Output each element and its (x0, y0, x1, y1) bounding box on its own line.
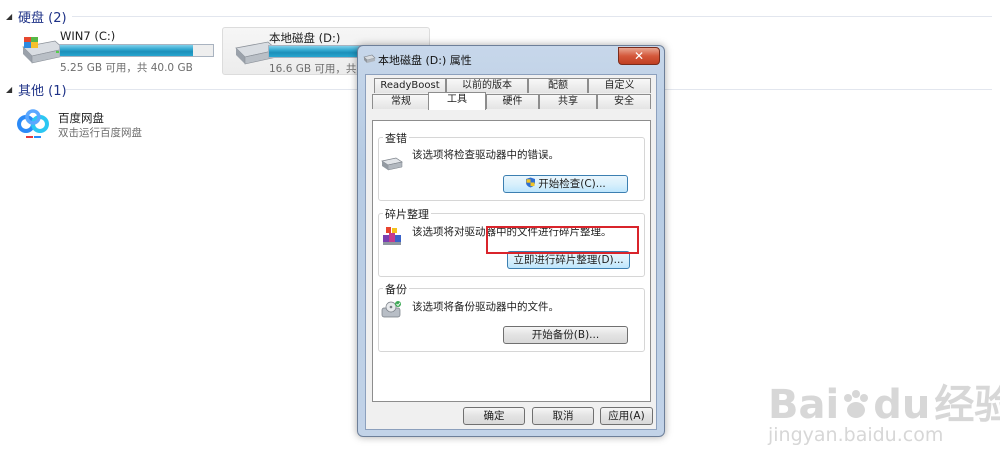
drive-item-c[interactable]: WIN7 (C:) 5.25 GB 可用，共 40.0 GB (10, 27, 218, 75)
start-backup-button[interactable]: 开始备份(B)... (503, 326, 628, 344)
backup-description: 该选项将备份驱动器中的文件。 (412, 301, 559, 313)
drive-usage-bar (59, 44, 214, 57)
error-check-label: 查错 (383, 130, 409, 146)
tools-tab-panel: 查错 该选项将检查驱动器中的错误。 开始检查(C)... 碎片整理 该选项将对驱… (372, 120, 651, 402)
backup-icon (381, 301, 401, 318)
app-name: 百度网盘 (58, 111, 104, 125)
defrag-icon (383, 227, 401, 245)
paw-icon (844, 390, 869, 418)
tab-previous-versions[interactable]: 以前的版本 (446, 78, 528, 93)
tab-quota[interactable]: 配额 (528, 78, 588, 93)
tab-tools[interactable]: 工具 (428, 92, 486, 110)
start-check-button[interactable]: 开始检查(C)... (503, 175, 628, 193)
defrag-label: 碎片整理 (383, 206, 431, 222)
tab-readyboost[interactable]: ReadyBoost (374, 78, 446, 93)
tab-hardware[interactable]: 硬件 (486, 94, 539, 109)
baidu-netdisk-icon (17, 109, 49, 138)
group-divider (72, 16, 992, 17)
collapse-arrow-icon[interactable]: ◢ (6, 85, 18, 94)
error-check-description: 该选项将检查驱动器中的错误。 (412, 149, 559, 161)
backup-label: 备份 (383, 281, 409, 297)
dialog-title: 本地磁盘 (D:) 属性 (378, 54, 472, 67)
ok-button[interactable]: 确定 (463, 407, 525, 425)
close-icon: ✕ (633, 49, 645, 63)
group-header-other[interactable]: ◢ 其他 (1) (6, 80, 67, 99)
app-description: 双击运行百度网盘 (58, 127, 142, 139)
tab-customize[interactable]: 自定义 (588, 78, 651, 93)
highlight-annotation-box (486, 226, 639, 254)
group-header-label: 硬盘 (2) (18, 10, 67, 26)
drive-name: 本地磁盘 (D:) (269, 31, 341, 45)
close-button[interactable]: ✕ (618, 47, 660, 65)
drive-small-icon (363, 54, 376, 63)
collapse-arrow-icon[interactable]: ◢ (6, 12, 18, 21)
tab-security[interactable]: 安全 (597, 94, 651, 109)
cancel-button[interactable]: 取消 (532, 407, 594, 425)
drive-space-info: 16.6 GB 可用，共 7 (269, 63, 367, 75)
watermark-logo: Bai du 经验 (768, 382, 1000, 428)
tab-general[interactable]: 常规 (372, 94, 430, 109)
tab-sharing[interactable]: 共享 (539, 94, 597, 109)
group-header-label: 其他 (1) (18, 83, 67, 99)
shield-icon (526, 177, 536, 188)
drive-check-icon (381, 157, 403, 171)
watermark-url: jingyan.baidu.com (768, 424, 944, 446)
group-header-hard-disks[interactable]: ◢ 硬盘 (2) (6, 7, 67, 26)
apply-button[interactable]: 应用(A) (600, 407, 653, 425)
drive-name: WIN7 (C:) (60, 29, 116, 43)
drive-space-info: 5.25 GB 可用，共 40.0 GB (60, 62, 193, 74)
drive-usage-fill (60, 45, 194, 56)
